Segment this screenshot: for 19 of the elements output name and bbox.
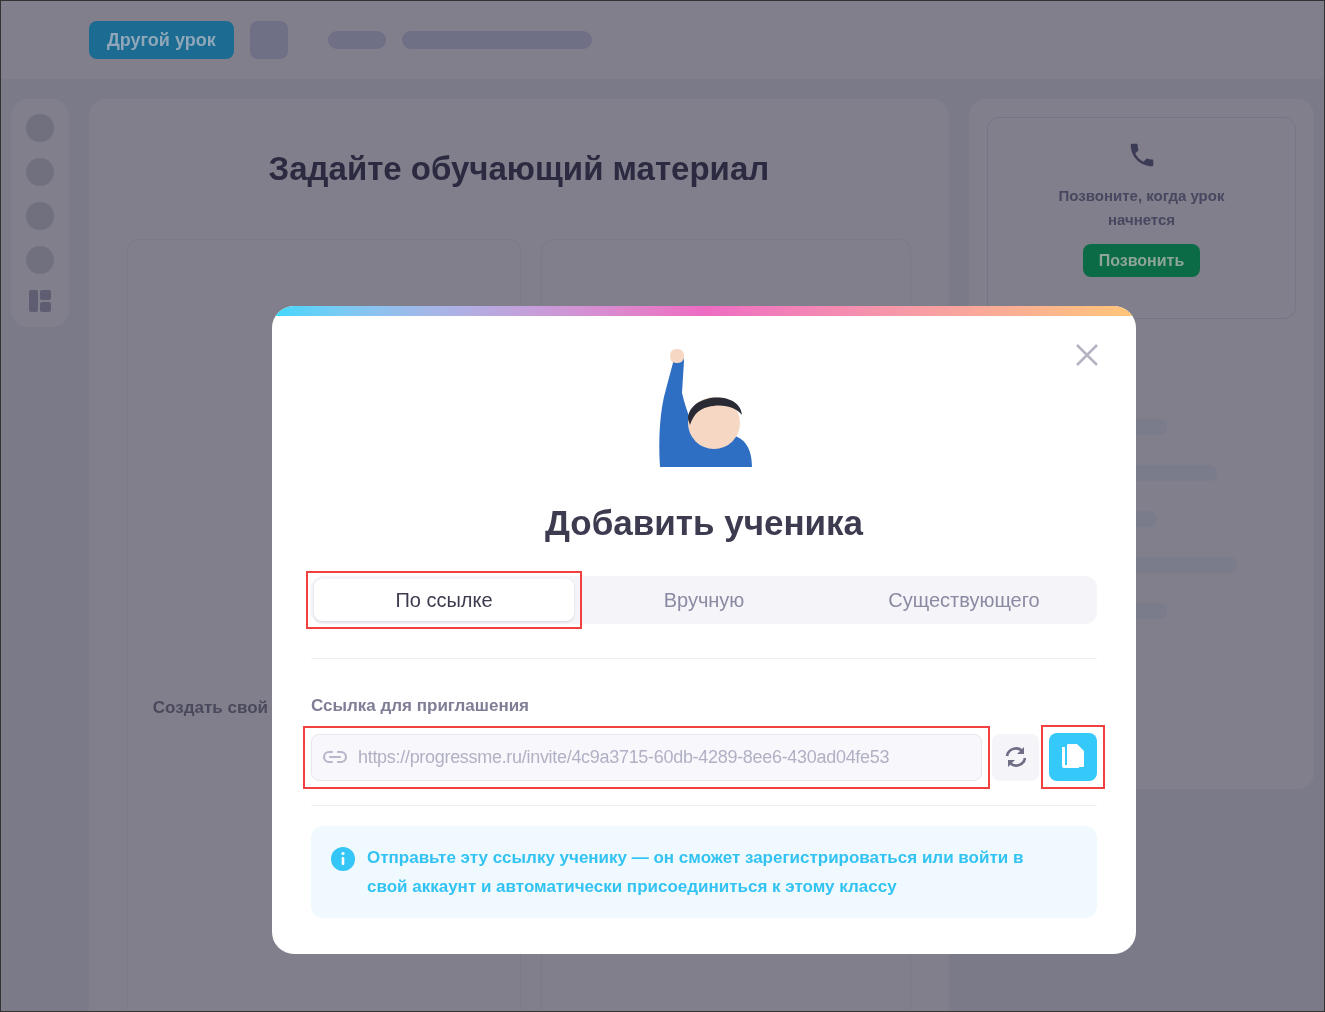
layout-icon[interactable] [28,290,51,312]
link-icon [322,750,348,764]
copy-icon [1060,743,1086,771]
refresh-button[interactable] [992,733,1039,781]
link-label: Ссылка для приглашения [311,694,531,717]
main-title: Задайте обучающий материал [268,149,770,189]
copy-button[interactable] [1049,733,1097,781]
call-button[interactable]: Позвонить [1082,244,1201,277]
invite-link-text: https://progressme.ru/invite/4c9a3715-60db-4289-8ee6-430ad04fe53 [358,745,890,769]
tab[interactable]: Существующего [834,578,1094,621]
dialog-title: Добавить ученика [544,502,864,544]
close-icon[interactable] [1075,343,1099,367]
info-text: Отправьте эту ссылку ученику — он сможет зарегистрироваться или войти в свой аккаунт и автоматически присоединиться к этому классу [367,847,1025,898]
other-lesson-button[interactable]: Другой урок [89,21,234,59]
tab[interactable]: По ссылке [314,578,574,621]
tab[interactable]: Вручную [574,578,834,621]
info-icon [331,847,355,871]
invite-link-field[interactable]: https://progressme.ru/invite/4c9a3715-60db-4289-8ee6-430ad04fe53 [311,733,982,781]
call-text: Позвоните, когда урок начнется [1057,186,1226,230]
